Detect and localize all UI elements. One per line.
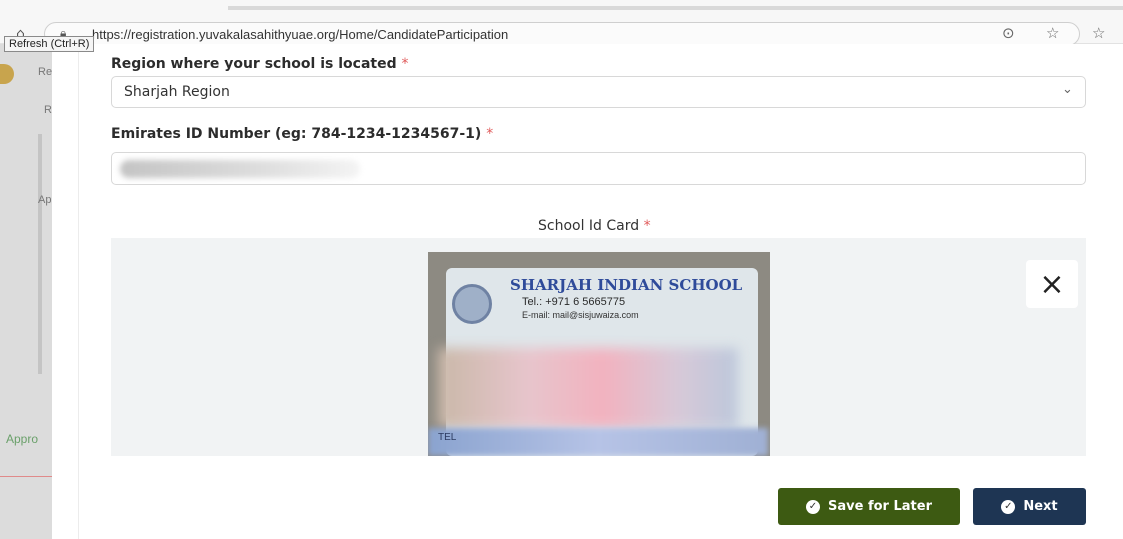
next-button[interactable]: ✓ Next [973, 488, 1086, 525]
sidebar-label: Ap [38, 194, 52, 206]
reader-icon[interactable]: ⊙ [1002, 24, 1015, 42]
sidebar-label: Re [38, 66, 53, 78]
card-footer [428, 428, 768, 456]
school-id-card-label: School Id Card * [538, 218, 651, 234]
card-school-name: SHARJAH INDIAN SCHOOL [510, 276, 743, 294]
remove-image-button[interactable]: × [1026, 260, 1078, 308]
required-mark: * [486, 126, 494, 142]
required-mark: * [401, 56, 409, 72]
next-label: Next [1023, 499, 1058, 514]
url-text[interactable]: https://registration.yuvakalasahithyuae.… [92, 27, 508, 42]
school-id-card-image: SHARJAH INDIAN SCHOOL Tel.: +971 6 56657… [428, 252, 770, 456]
save-for-later-button[interactable]: ✓ Save for Later [778, 488, 960, 525]
close-icon: × [1039, 266, 1065, 302]
browser-toolbar: ⌂ 🔒︎ https://registration.yuvakalasahith… [0, 0, 1123, 46]
divider [0, 476, 52, 477]
refresh-tooltip: Refresh (Ctrl+R) [4, 36, 95, 52]
card-tel-label: TEL [438, 432, 457, 443]
emirates-id-label-text: Emirates ID Number (eg: 784-1234-1234567… [111, 126, 482, 142]
card-email: E-mail: mail@sisjuwaiza.com [522, 310, 639, 320]
redacted-value [120, 160, 360, 178]
emirates-id-label: Emirates ID Number (eg: 784-1234-1234567… [111, 126, 493, 142]
required-mark: * [643, 218, 651, 234]
region-label: Region where your school is located * [111, 56, 408, 72]
region-select-value[interactable]: Sharjah Region [124, 84, 230, 100]
school-id-card-label-text: School Id Card [538, 218, 640, 234]
favorite-icon[interactable]: ☆ [1046, 24, 1059, 42]
sidebar-label: R [44, 104, 52, 116]
avatar [0, 64, 14, 84]
card-phone: Tel.: +971 6 5665775 [522, 296, 626, 308]
approve-link[interactable]: Appro [6, 432, 38, 446]
tab-strip [228, 6, 1123, 10]
chevron-down-icon[interactable]: ⌄ [1062, 82, 1073, 97]
background-sidebar: Re R Ap [0, 44, 52, 539]
check-circle-icon: ✓ [1001, 499, 1016, 514]
save-for-later-label: Save for Later [828, 499, 932, 514]
sidebar-divider [38, 214, 42, 374]
redacted-photo [438, 348, 738, 428]
region-label-text: Region where your school is located [111, 56, 397, 72]
check-circle-icon: ✓ [806, 499, 820, 514]
region-select[interactable] [111, 76, 1086, 108]
favorites-list-icon[interactable]: ☆ [1092, 24, 1105, 42]
school-seal-icon [452, 284, 492, 324]
